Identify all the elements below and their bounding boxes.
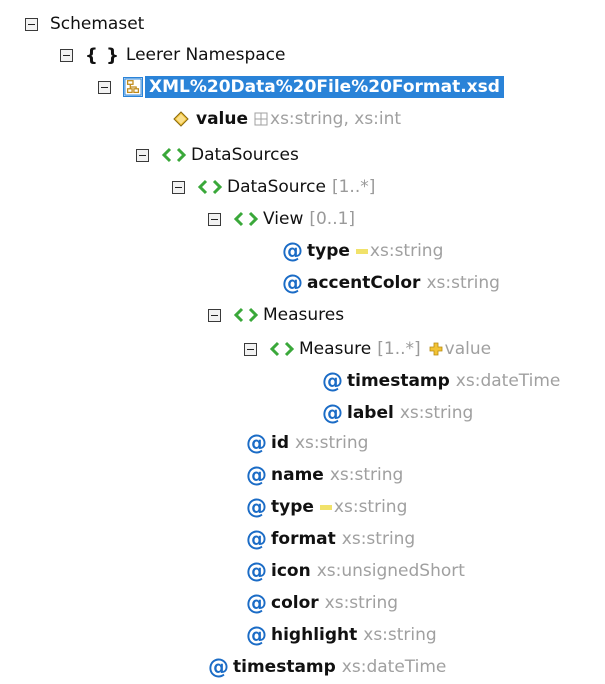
cardinality-label: [1..*] [331,177,376,197]
schema-file-icon [123,77,143,97]
element-chevrons-icon [233,211,259,227]
collapse-toggle[interactable] [244,342,257,356]
tree-node-attribute[interactable]: @ highlight xs:string [246,620,437,650]
node-label: value [196,109,249,129]
node-label: name [271,465,324,485]
at-sign-icon: @ [246,430,267,455]
tree-node-attribute[interactable]: @ format xs:string [246,524,415,554]
node-label: Schemaset [50,14,145,34]
collapse-toggle[interactable] [208,308,221,322]
at-sign-icon: @ [282,238,303,263]
node-label: icon [271,561,311,581]
tree-node-attribute[interactable]: @ type xs:string [246,492,407,522]
type-label: xs:string [426,273,500,293]
cardinality-label: [0..1] [309,209,356,229]
namespace-icon: { } [85,44,120,66]
at-sign-icon: @ [246,622,267,647]
tree-node-attribute[interactable]: @ icon xs:unsignedShort [246,556,465,586]
cardinality-label: [1..*] [377,339,421,359]
element-chevrons-icon [233,307,259,323]
at-sign-icon: @ [246,526,267,551]
node-label: timestamp [233,657,336,677]
type-label: xs:dateTime [341,657,447,677]
type-label: xs:string [333,497,408,517]
at-sign-icon: @ [246,494,267,519]
collapse-toggle[interactable] [136,148,149,162]
at-sign-icon: @ [208,654,229,679]
node-label: label [347,403,394,423]
type-label: xs:string [295,433,369,453]
type-label: xs:dateTime [455,371,561,391]
at-sign-icon: @ [322,368,343,393]
node-label: XML%20Data%20File%20Format.xsd [145,76,504,98]
tree-node-schema-file[interactable]: XML%20Data%20File%20Format.xsd [98,72,504,102]
tree-node-attribute[interactable]: @ id xs:string [246,428,368,458]
node-label: View [263,209,304,229]
tree-node-datasources[interactable]: DataSources [136,140,299,170]
type-label: xs:string [399,403,474,423]
at-sign-icon: @ [246,590,267,615]
type-label: xs:unsignedShort [316,561,465,581]
tree-node-attribute[interactable]: @ name xs:string [246,460,403,490]
node-label: type [271,497,314,517]
tree-node-attribute[interactable]: @ type xs:string [282,236,443,266]
plus-extension-icon [429,342,443,356]
type-label: xs:string [369,241,444,261]
type-label: xs:string, xs:int [270,109,402,129]
tree-node-namespace[interactable]: { } Leerer Namespace [60,40,286,70]
type-label: xs:string [341,529,416,549]
tree-node-view[interactable]: View [0..1] [208,204,355,234]
node-label: color [271,593,319,613]
node-label: format [271,529,336,549]
type-label: xs:string [324,593,399,613]
tree-node-attribute[interactable]: @ color xs:string [246,588,398,618]
node-label: accentColor [307,273,421,293]
node-label: timestamp [347,371,450,391]
tree-node-measure[interactable]: Measure [1..*] value [244,334,491,364]
at-sign-icon: @ [246,462,267,487]
diamond-icon [173,111,189,127]
element-chevrons-icon [161,147,187,163]
tree-node-attribute[interactable]: @ timestamp xs:dateTime [322,366,560,396]
tree-node-attribute[interactable]: @ timestamp xs:dateTime [208,652,446,682]
tree-node-measures[interactable]: Measures [208,300,344,330]
node-label: Measure [299,339,372,359]
extension-label: value [444,339,492,359]
at-sign-icon: @ [322,400,343,425]
tree-node-datasource[interactable]: DataSource [1..*] [172,172,375,202]
type-label: xs:string [329,465,404,485]
element-chevrons-icon [197,179,223,195]
node-label: highlight [271,625,358,645]
node-label: type [307,241,350,261]
element-chevrons-icon [269,341,295,357]
node-label: id [271,433,289,453]
restriction-icon [319,504,332,510]
type-label: xs:string [363,625,437,645]
at-sign-icon: @ [282,270,303,295]
tree-node-attribute[interactable]: @ label xs:string [322,398,473,428]
union-icon [254,112,268,126]
collapse-toggle[interactable] [25,17,38,31]
tree-node-value[interactable]: value xs:string, xs:int [172,104,401,134]
tree-node-attribute[interactable]: @ accentColor xs:string [282,268,500,298]
collapse-toggle[interactable] [60,48,73,62]
tree-node-schemaset[interactable]: Schemaset [25,9,144,39]
collapse-toggle[interactable] [208,212,221,226]
at-sign-icon: @ [246,558,267,583]
collapse-toggle[interactable] [98,80,111,94]
node-label: DataSources [191,145,299,165]
schema-tree: Schemaset { } Leerer Namespace XML%20Dat… [0,0,605,684]
node-label: Measures [263,305,345,325]
collapse-toggle[interactable] [172,180,185,194]
node-label: DataSource [227,177,326,197]
node-label: Leerer Namespace [125,45,286,65]
restriction-icon [355,248,368,254]
